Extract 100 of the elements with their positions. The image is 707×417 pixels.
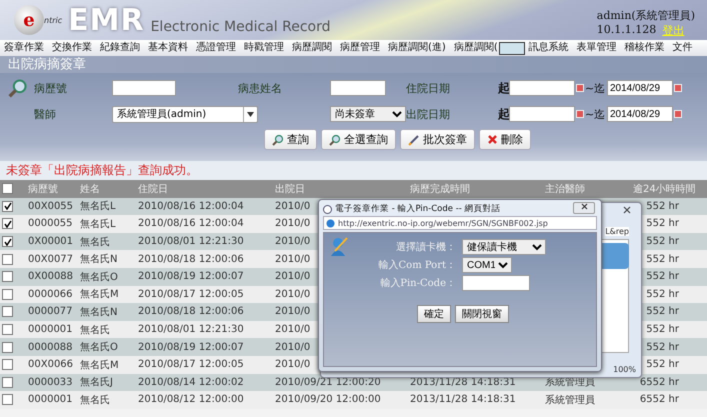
- table-cell: 2010/08/18 12:00:06: [138, 254, 244, 265]
- table-cell-text: 無名氏L: [80, 218, 116, 231]
- table-cell: 0000077: [28, 306, 73, 318]
- pin-field[interactable]: [462, 275, 530, 291]
- menu-item[interactable]: 病歷調閱(: [450, 40, 498, 56]
- doctor-select[interactable]: 系統管理員(admin): [112, 106, 258, 122]
- menu-item[interactable]: 憑證管理: [192, 40, 240, 56]
- browser-icon: [326, 218, 335, 228]
- page-title: 出院病摘簽章: [0, 56, 707, 73]
- checkbox[interactable]: [2, 394, 13, 406]
- table-cell: 0000088: [28, 342, 73, 353]
- field-label: 出院日期: [406, 106, 451, 122]
- close-icon[interactable]: [623, 206, 631, 214]
- from-label: 起: [498, 106, 509, 122]
- dialog-button[interactable]: 關閉視窗: [455, 305, 509, 323]
- menu-item[interactable]: 訊息系統: [524, 40, 573, 56]
- menu-item[interactable]: 病歷調閱: [288, 40, 336, 56]
- table-cell: 2010/0: [275, 218, 310, 230]
- action-button[interactable]: 查詢: [264, 129, 317, 150]
- logo-text: ntric: [44, 16, 62, 24]
- table-cell: 2010/08/12 12:00:00: [138, 394, 244, 406]
- table-cell: 2010/0: [275, 200, 310, 212]
- table-cell: 2010/08/16 12:00:04: [138, 218, 244, 230]
- table-cell: 00X0055: [28, 200, 74, 212]
- menu-item[interactable]: 紀錄查詢: [96, 40, 144, 56]
- menu-item[interactable]: 病歷管理: [336, 40, 384, 56]
- field-label: 病歷號: [34, 80, 68, 96]
- date-field[interactable]: 2014/08/29: [607, 80, 673, 96]
- table-cell: 2010/08/01 12:21:30: [138, 236, 244, 248]
- menu-item[interactable]: 時戳管理: [240, 40, 288, 56]
- checkbox[interactable]: [2, 376, 13, 388]
- date-field[interactable]: [509, 106, 575, 122]
- menu-item[interactable]: 簽章作業: [0, 40, 48, 56]
- table-cell-text: 無名氏J: [80, 376, 113, 390]
- table-cell: 2010/0: [275, 236, 310, 248]
- menu-item[interactable]: 表單管理: [572, 40, 621, 56]
- table-cell-text: 無名氏M: [80, 288, 119, 302]
- menu-item[interactable]: 病歷調閱(進): [384, 40, 450, 56]
- checkbox[interactable]: [2, 254, 13, 265]
- menu-item[interactable]: 基本資料: [144, 40, 192, 56]
- checkbox[interactable]: [2, 342, 13, 353]
- date-field[interactable]: [509, 80, 575, 96]
- table-cell: 2010/08/01 12:21:30: [138, 324, 244, 336]
- calendar-icon[interactable]: [674, 84, 682, 92]
- table-cell: 552 hr: [646, 359, 679, 370]
- action-button[interactable]: 刪除: [479, 129, 531, 150]
- date-field[interactable]: 2014/08/29: [607, 106, 673, 122]
- calendar-icon[interactable]: [674, 110, 682, 118]
- checkbox[interactable]: [2, 200, 13, 212]
- calendar-icon[interactable]: [576, 110, 584, 118]
- table-cell: 2010/0: [275, 306, 310, 318]
- table-cell-text: 無名氏: [80, 324, 110, 337]
- checkbox[interactable]: [2, 324, 13, 336]
- port-select[interactable]: COM1: [462, 257, 512, 273]
- checkbox[interactable]: [2, 271, 13, 282]
- table-cell-text: 無名氏L: [80, 200, 116, 214]
- table-cell: 2010/0: [275, 359, 310, 370]
- chart-number-field[interactable]: [112, 80, 176, 96]
- checkbox[interactable]: [2, 218, 13, 230]
- table-cell: 2010/0: [275, 254, 310, 265]
- table-cell: 2010/0: [275, 342, 310, 353]
- table-cell: 2010/08/18 12:00:06: [138, 306, 244, 318]
- close-button[interactable]: [573, 202, 595, 214]
- delete-icon: [487, 134, 498, 145]
- close-icon: [580, 203, 588, 210]
- table-cell: 552 hr: [646, 288, 679, 300]
- user-name: admin(系統管理員): [596, 8, 695, 23]
- calendar-icon[interactable]: [576, 84, 584, 92]
- table-cell: 2010/09/21 12:00:20: [275, 376, 381, 388]
- ip-address: 10.1.1.128: [596, 23, 656, 38]
- checkbox[interactable]: [2, 236, 13, 248]
- reader-select[interactable]: 健保讀卡機: [462, 239, 546, 255]
- table-cell: 2010/0: [275, 288, 310, 300]
- checkbox[interactable]: [2, 359, 13, 370]
- search-icon: [272, 134, 284, 146]
- field-label: 輸入Pin-Code：: [380, 276, 457, 290]
- url-text: http://exentric.no-ip.org/webemr/SGN/SGNBF002.jsp: [338, 218, 548, 228]
- patient-name-field[interactable]: [330, 80, 386, 96]
- menu-item[interactable]: 文件: [668, 40, 697, 56]
- checkbox[interactable]: [2, 288, 13, 300]
- table-cell: 2010/09/20 12:00:00: [275, 394, 381, 406]
- search-icon: [329, 134, 341, 146]
- table-cell: 2010/08/17 12:00:05: [138, 359, 244, 370]
- action-button[interactable]: 批次簽章: [400, 129, 475, 150]
- dialog-button[interactable]: 確定: [417, 305, 451, 323]
- table-cell: 2010/08/16 12:00:04: [138, 200, 244, 212]
- action-button[interactable]: 全選查詢: [321, 129, 396, 150]
- menu-item[interactable]: 稽核作業: [620, 40, 669, 56]
- menu-item[interactable]: 交換作業: [48, 40, 96, 56]
- table-cell: 2010/08/14 12:00:02: [138, 376, 244, 388]
- table-cell-text: 無名氏N: [80, 306, 118, 319]
- status-select[interactable]: 尚未簽章: [330, 106, 406, 122]
- checkbox[interactable]: [2, 183, 13, 194]
- field-label: 病患姓名: [238, 80, 283, 96]
- to-label: ~迄: [585, 80, 606, 96]
- search-icon: [8, 78, 28, 98]
- table-cell-text: 無名氏O: [80, 270, 118, 284]
- table-cell: 552 hr: [646, 254, 679, 265]
- zoom-level: 100%: [613, 365, 636, 374]
- checkbox[interactable]: [2, 306, 13, 318]
